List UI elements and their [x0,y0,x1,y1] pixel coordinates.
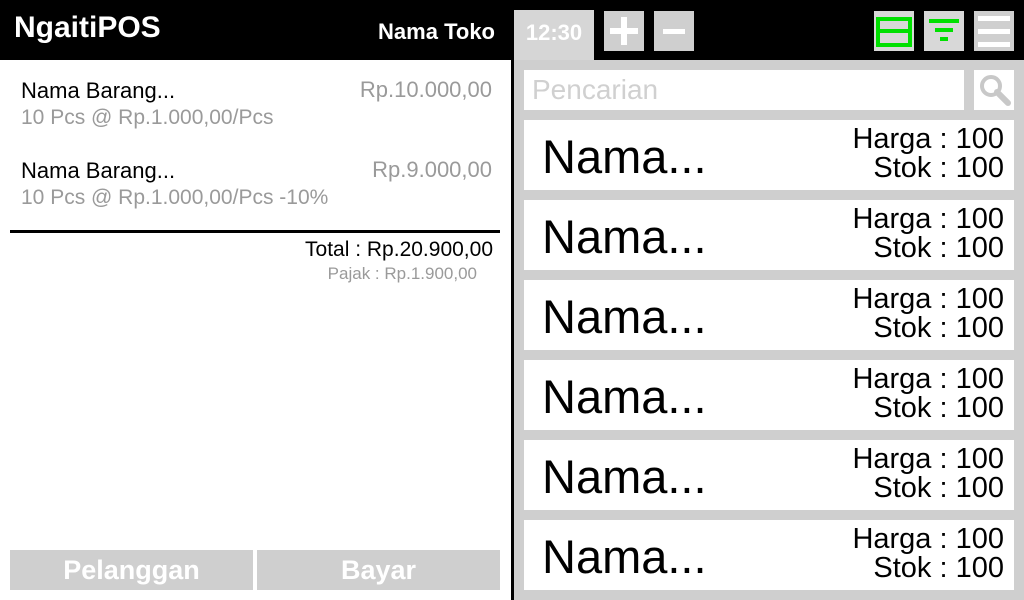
product-stock: Stok : 100 [873,472,1004,504]
cart-item[interactable]: Nama Barang... Rp.9.000,00 10 Pcs @ Rp.1… [0,140,511,210]
product-item[interactable]: Nama... Harga : 100 Stok : 100 [524,520,1014,590]
clock-display: 12:30 [514,10,594,60]
pay-button[interactable]: Bayar [257,550,500,590]
search-icon [980,75,1011,106]
product-panel: 12:30 Pencarian Nama... Harga: 100 Stok… [514,0,1024,600]
printer-icon [876,17,912,47]
product-stock: Stok : 100 [873,312,1004,344]
product-item[interactable]: Nama... Harga : 100 Stok : 100 [524,280,1014,350]
product-stock: Stok : 100 [873,232,1004,264]
filter-icon [929,19,959,41]
cart-list: Nama Barang... Rp.10.000,00 10 Pcs @ Rp.… [0,60,511,600]
cart-item-detail: 10 Pcs @ Rp.1.000,00/Pcs -10% [21,186,329,209]
product-item[interactable]: Nama... Harga : 100 Stok : 100 [524,360,1014,430]
cart-item-name: Nama Barang... [21,78,176,103]
product-item[interactable]: Nama... Harga : 100 Stok : 100 [524,200,1014,270]
product-list-area: Nama... Harga : 100 Stok : 100 Nama... H… [514,60,1024,600]
menu-button[interactable] [974,11,1014,51]
product-stock: Stok : 100 [873,392,1004,424]
cart-item-total: Rp.10.000,00 [359,77,492,102]
product-item[interactable]: Nama... Harga : 100 Stok : 100 [524,440,1014,510]
cart-item-name: Nama Barang... [21,158,176,183]
product-stock: Stok : 100 [873,552,1004,584]
search-button[interactable] [974,70,1014,110]
product-name: Nama... [542,370,707,423]
product-item[interactable]: Nama... Harga : 100 Stok : 100 [524,120,1014,190]
product-name: Nama... [542,290,707,343]
customer-button[interactable]: Pelanggan [10,550,253,590]
cart-item[interactable]: Nama Barang... Rp.10.000,00 10 Pcs @ Rp.… [0,60,511,130]
product-stock: Stok : 100 [873,152,1004,184]
product-name: Nama... [542,450,707,503]
menu-icon [978,16,1010,47]
cart-panel: NgaitiPOS Nama Toko Nama Barang... Rp.10… [0,0,511,600]
filter-button[interactable] [924,11,964,51]
app-header: NgaitiPOS Nama Toko [0,0,511,60]
cart-item-total: Rp.9.000,00 [372,157,492,182]
cart-item-detail: 10 Pcs @ Rp.1.000,00/Pcs [21,106,274,129]
store-name: Nama Toko [378,19,495,44]
cart-divider [10,230,500,233]
remove-button[interactable] [654,11,694,51]
cart-tax: Pajak : Rp.1.900,00 [327,264,477,283]
add-button[interactable] [604,11,644,51]
app-title: NgaitiPOS [14,11,161,44]
product-name: Nama... [542,130,707,183]
print-button[interactable] [874,11,914,51]
search-input[interactable] [524,70,964,110]
product-name: Nama... [542,210,707,263]
cart-total: Total : Rp.20.900,00 [305,238,493,261]
product-name: Nama... [542,530,707,583]
